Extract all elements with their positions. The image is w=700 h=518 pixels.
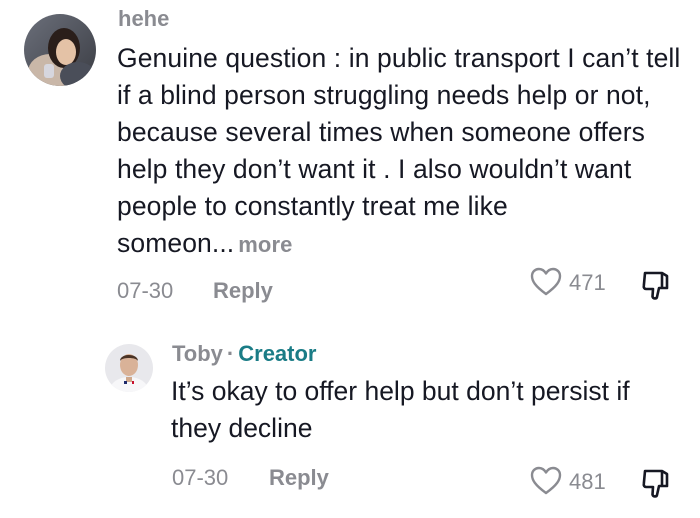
thumbs-down-outline-icon[interactable]: [640, 268, 672, 304]
comment-text: Genuine question : in public transport I…: [117, 40, 687, 263]
like-count: 471: [569, 270, 606, 295]
comment-username[interactable]: Toby: [172, 341, 223, 366]
avatar-photo-icon: [105, 344, 153, 392]
comment-username-line: Toby · Creator: [172, 341, 317, 367]
more-link[interactable]: more: [238, 232, 292, 257]
comment-username[interactable]: hehe: [118, 6, 169, 32]
comment-text-content: Genuine question : in public transport I…: [117, 43, 681, 258]
heart-outline-icon[interactable]: [529, 464, 563, 498]
comment-date: 07-30: [172, 465, 229, 490]
user-avatar[interactable]: [105, 344, 153, 392]
avatar-photo-icon: [24, 14, 96, 86]
user-avatar[interactable]: [24, 14, 96, 86]
heart-outline-icon[interactable]: [529, 265, 563, 299]
comment-date: 07-30: [117, 278, 174, 303]
reply-comment-item: Toby · Creator It’s okay to offer help but…: [0, 320, 700, 518]
separator-dot: ·: [226, 341, 235, 366]
like-count: 481: [569, 469, 606, 494]
thumbs-down-outline-icon[interactable]: [640, 466, 672, 502]
reply-button[interactable]: Reply: [269, 465, 329, 491]
reply-button[interactable]: Reply: [213, 278, 273, 304]
creator-badge: Creator: [238, 341, 317, 366]
comment-text: It’s okay to offer help but don’t persis…: [171, 376, 630, 443]
comment-item: hehe Genuine question : in public transp…: [0, 0, 700, 320]
